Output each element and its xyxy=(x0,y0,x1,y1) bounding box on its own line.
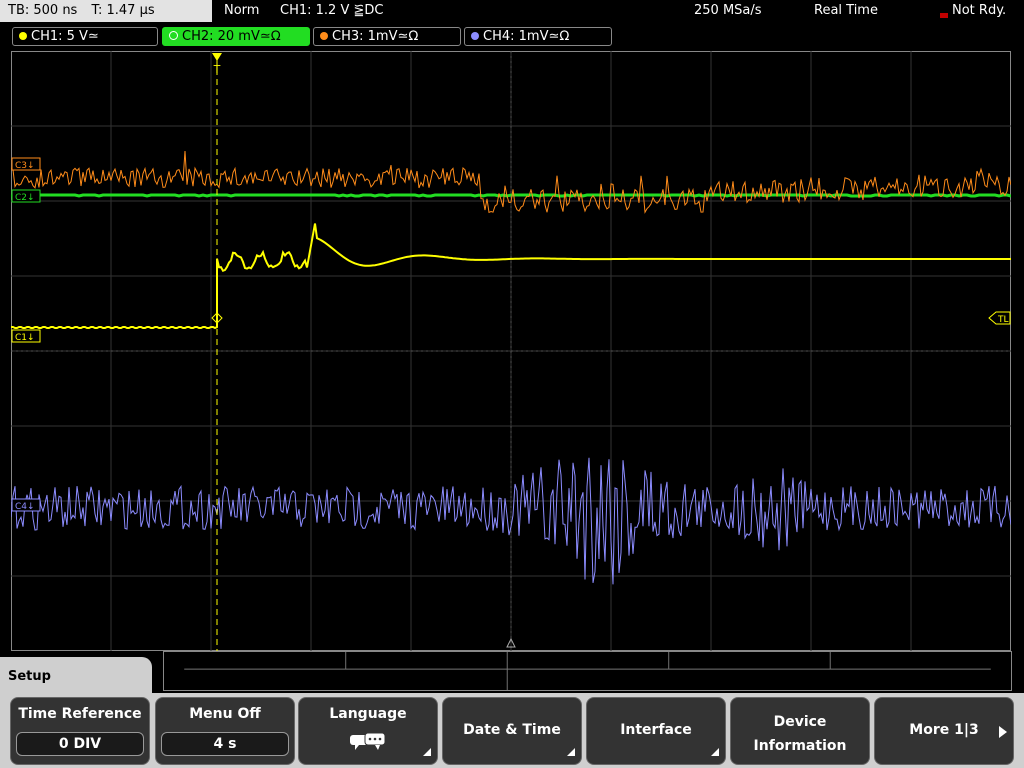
trigger-source[interactable]: CH1: 1.2 V ⪠DC xyxy=(280,0,383,22)
status-bar: Norm CH1: 1.2 V ⪠DC 250 MSa/s Real Time … xyxy=(214,0,1024,22)
interface-button[interactable]: Interface xyxy=(586,697,726,765)
ch2-trace xyxy=(11,193,1011,198)
date-time-button[interactable]: Date & Time xyxy=(442,697,582,765)
language-button[interactable]: Language xyxy=(298,697,438,765)
tab-ch1[interactable]: CH1: 5 V≃ xyxy=(12,27,158,46)
c2-offset-marker[interactable]: C2↓ xyxy=(11,189,41,203)
trigger-mode[interactable]: Norm xyxy=(224,0,259,22)
device-information-line2: Information xyxy=(753,738,847,754)
submenu-indicator-icon xyxy=(423,748,431,756)
time-reference-label: Time Reference xyxy=(18,706,142,722)
tab-ch2[interactable]: CH2: 20 mV≃Ω xyxy=(162,27,310,46)
c3-marker-label: C3↓ xyxy=(15,161,35,171)
submenu-indicator-icon xyxy=(567,748,575,756)
c4-marker-label: C4↓ xyxy=(15,502,35,512)
menu-off-value: 4 s xyxy=(161,732,289,756)
speech-bubbles-icon xyxy=(350,732,386,750)
ch3-dot-icon xyxy=(320,32,328,40)
more-label: More 1|3 xyxy=(909,722,979,738)
interface-label: Interface xyxy=(620,722,692,738)
tab-ch3[interactable]: CH3: 1mV≃Ω xyxy=(313,27,461,46)
ch4-label: CH4: 1mV≃Ω xyxy=(483,29,570,44)
trigger-time-value: T: 1.47 µs xyxy=(91,3,155,18)
sub-display xyxy=(163,651,1012,691)
sample-rate: 250 MSa/s xyxy=(694,3,762,18)
trigger-level-label: TL xyxy=(997,315,1009,325)
next-page-arrow-icon xyxy=(999,726,1007,738)
timebase-box[interactable]: TB: 500 ns T: 1.47 µs xyxy=(0,0,212,22)
waveform-display[interactable]: T C3↓ C2↓ C1↓ C4↓ TL xyxy=(11,51,1011,651)
time-reference-button[interactable]: Time Reference 0 DIV xyxy=(10,697,150,765)
menu-off-label: Menu Off xyxy=(189,706,261,722)
ch4-dot-icon xyxy=(471,32,479,40)
device-information-button[interactable]: Device Information xyxy=(730,697,870,765)
c4-offset-marker[interactable]: C4↓ xyxy=(11,498,41,512)
ch2-dot-icon xyxy=(169,31,178,40)
tab-ch4[interactable]: CH4: 1mV≃Ω xyxy=(464,27,612,46)
ch3-label: CH3: 1mV≃Ω xyxy=(332,29,419,44)
timebase-value: TB: 500 ns xyxy=(8,3,78,18)
c1-marker-label: C1↓ xyxy=(15,333,35,343)
status-indicator xyxy=(940,13,948,18)
run-status: Not Rdy. xyxy=(952,3,1007,18)
ch1-label: CH1: 5 V≃ xyxy=(31,29,99,44)
time-reference-value: 0 DIV xyxy=(16,732,144,756)
device-information-line1: Device xyxy=(773,714,827,730)
device-information-label: Device Information xyxy=(731,710,869,758)
more-button[interactable]: More 1|3 xyxy=(874,697,1014,765)
menu-off-button[interactable]: Menu Off 4 s xyxy=(155,697,295,765)
menu-title: Setup xyxy=(0,657,152,697)
acquisition-mode[interactable]: Real Time xyxy=(814,0,878,22)
c3-offset-marker[interactable]: C3↓ xyxy=(11,157,41,171)
c2-marker-label: C2↓ xyxy=(15,193,35,203)
trigger-marker-label: T xyxy=(213,63,221,76)
c1-offset-marker[interactable]: C1↓ xyxy=(11,329,41,343)
language-label: Language xyxy=(329,706,407,722)
date-time-label: Date & Time xyxy=(463,722,561,738)
ch2-label: CH2: 20 mV≃Ω xyxy=(182,29,281,44)
submenu-indicator-icon xyxy=(711,748,719,756)
ch1-dot-icon xyxy=(19,32,27,40)
